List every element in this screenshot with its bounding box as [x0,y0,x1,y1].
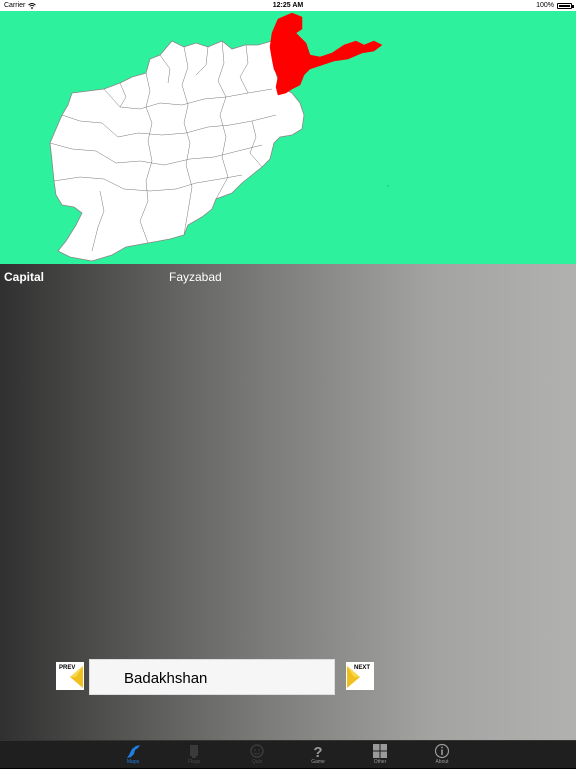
battery-percent: 100% [536,2,554,9]
arrow-right-icon [347,666,360,688]
tab-about[interactable]: About [422,741,462,769]
prev-button[interactable]: PREV [56,662,84,690]
province-badakhshan-highlight[interactable] [269,12,383,96]
svg-text:?: ? [313,744,322,759]
tab-game[interactable]: ? Game [298,741,338,769]
tab-flags[interactable]: Flags [174,741,214,769]
province-shapes[interactable] [49,40,305,262]
tab-other[interactable]: Other [360,741,400,769]
afghanistan-map[interactable] [0,11,576,264]
status-time: 12:25 AM [272,2,304,9]
tab-maps[interactable]: Maps [113,741,153,769]
status-bar: Carrier 12:25 AM 100% [0,0,576,11]
quiz-icon [250,744,264,758]
grid-icon [373,744,387,758]
capital-value: Fayzabad [169,270,222,284]
tab-quiz[interactable]: Quiz [237,741,277,769]
map-icon [127,745,140,758]
flag-icon [190,745,198,758]
map-view[interactable] [0,11,576,264]
question-icon: ? [313,744,322,759]
tab-bar: Maps Flags Quiz ? Game Other About [0,740,576,768]
info-panel: Capital Fayzabad PREV Badakhshan NEXT [0,264,576,740]
info-icon [434,743,450,759]
next-button[interactable]: NEXT [346,662,374,690]
province-selector[interactable]: Badakhshan [89,659,335,695]
province-name: Badakhshan [124,670,208,687]
battery-icon [557,2,574,9]
capital-label: Capital [4,270,45,284]
arrow-left-icon [70,666,83,688]
